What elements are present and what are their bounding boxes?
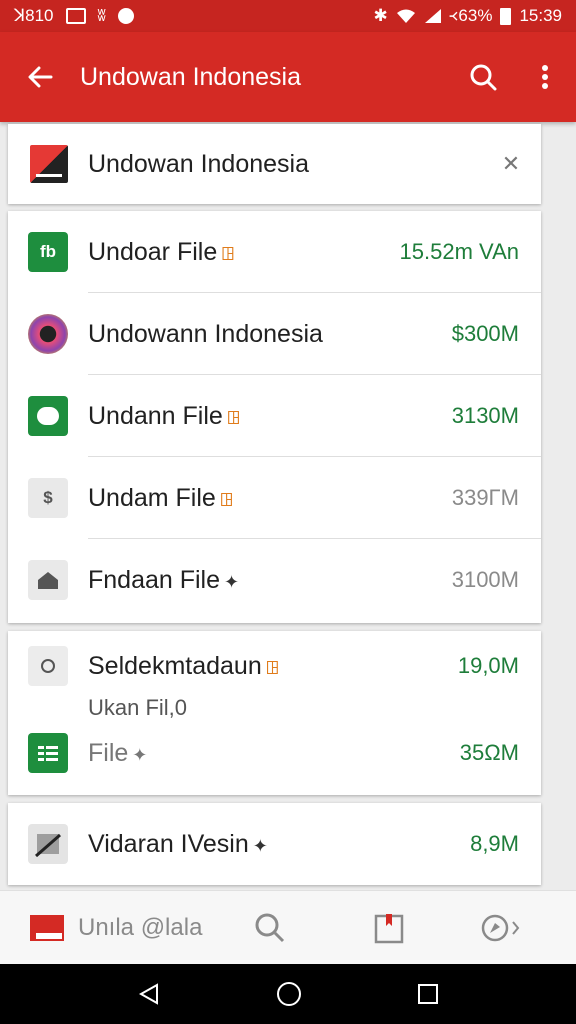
status-time: 15:39 — [519, 6, 562, 25]
back-arrow-icon[interactable] — [0, 32, 80, 122]
dollar-doc-icon: $ — [28, 478, 68, 518]
colorful-disc-icon — [28, 314, 68, 354]
app-bar: Undowan Indonesia — [0, 32, 576, 122]
bookmark-icon — [375, 913, 404, 943]
list-item[interactable]: Undowann Indonesia $300M — [8, 293, 541, 375]
dot-icon — [117, 8, 134, 24]
section-subtitle: Ukan Fil,0 — [88, 695, 188, 720]
item-name: Vidaran IVesin — [88, 829, 249, 858]
item-name: Undann File — [88, 401, 223, 430]
nav-compass[interactable] — [480, 912, 520, 944]
last-item-card: Vidaran IVesin ✦ 8,9M — [8, 803, 541, 885]
chat-bubble-icon — [28, 396, 68, 436]
item-size: 339ΓM — [451, 485, 519, 510]
battery-icon — [500, 7, 512, 25]
recents-square-icon[interactable] — [417, 983, 439, 1005]
item-name: Undowann Indonesia — [88, 319, 323, 348]
item-size: 35ΩM — [459, 740, 519, 765]
wifi-icon — [396, 9, 415, 23]
search-icon[interactable] — [452, 32, 514, 122]
close-icon[interactable]: ✕ — [481, 151, 541, 177]
item-size: 3100M — [451, 567, 519, 592]
item-size: 3130M — [451, 403, 519, 428]
inbox-icon — [30, 914, 64, 941]
section-title: Seldekmtadaun — [88, 651, 262, 680]
battery-percent: ᚜63% — [449, 6, 493, 25]
list-item[interactable]: Undann File ꖸ 3130M — [8, 375, 541, 457]
list-item[interactable]: Vidaran IVesin ✦ 8,9M — [8, 803, 541, 885]
page-title: Undowan Indonesia — [80, 62, 301, 91]
nav-home[interactable]: Unıla @lala — [28, 911, 202, 945]
list-item[interactable]: fb Undoar File ꖸ 15.52m VAn — [8, 211, 541, 293]
nav-label: Unıla @lala — [78, 913, 203, 941]
nav-bookmark[interactable] — [374, 912, 404, 944]
header-card[interactable]: Undowan Indonesia ✕ — [8, 124, 541, 204]
back-triangle-icon[interactable] — [137, 982, 161, 1006]
item-name: Fndaan File — [88, 565, 221, 594]
item-tag: ꖸ — [226, 407, 241, 428]
file-list: fb Undoar File ꖸ 15.52m VAn Undowann Indo… — [8, 211, 541, 623]
item-tag: ꖸ — [221, 243, 235, 264]
status-bar: ꓘ810 ʬ ✱ ᚜63% 15:39 — [0, 0, 576, 32]
item-name: Undam File — [88, 483, 216, 512]
bottom-nav: Unıla @lala — [0, 890, 576, 964]
search-icon — [255, 913, 285, 942]
list-item[interactable]: $ Undam File ꖸ 339ΓM — [8, 457, 541, 539]
app-green-icon: fb — [28, 232, 68, 272]
signal-small-icon: ʬ — [97, 6, 106, 25]
item-tag: ✦ — [132, 744, 148, 765]
item-size: $300M — [451, 321, 519, 346]
video-slash-icon — [28, 824, 68, 864]
nav-search[interactable] — [254, 912, 286, 944]
section-size: 19,0M — [457, 653, 519, 678]
home-circle-icon[interactable] — [276, 981, 302, 1007]
bluetooth-icon: ✱ — [373, 6, 388, 25]
section-card: Seldekmtadaun ꖸ 19,0M Ukan Fil,0 File ✦ 35… — [8, 631, 541, 795]
item-tag: ✦ — [252, 835, 268, 856]
circle-icon — [28, 646, 68, 686]
signal-icon — [424, 9, 441, 23]
list-item[interactable]: File ✦ 35ΩM — [8, 723, 541, 783]
spreadsheet-icon — [28, 733, 68, 773]
app-logo-icon — [30, 145, 68, 183]
compass-icon — [482, 914, 520, 941]
item-tag: ꖸ — [219, 489, 234, 510]
list-item[interactable]: Fndaan File ✦ 3100M — [8, 539, 541, 621]
section-tag: ꖸ — [265, 657, 280, 678]
item-name: File — [88, 738, 129, 767]
item-size: 8,9M — [470, 831, 519, 856]
section-header-row[interactable]: Seldekmtadaun ꖸ 19,0M — [8, 631, 541, 701]
status-left-text: ꓘ810 — [14, 6, 54, 25]
item-size: 15.52m VAn — [399, 239, 519, 264]
header-title: Undowan Indonesia — [88, 149, 309, 178]
system-nav-bar — [0, 964, 576, 1024]
item-name: Undoar File — [88, 237, 218, 266]
item-tag: ✦ — [224, 571, 240, 592]
house-icon — [28, 560, 68, 600]
image-icon — [65, 8, 86, 24]
more-vert-icon[interactable] — [514, 32, 576, 122]
